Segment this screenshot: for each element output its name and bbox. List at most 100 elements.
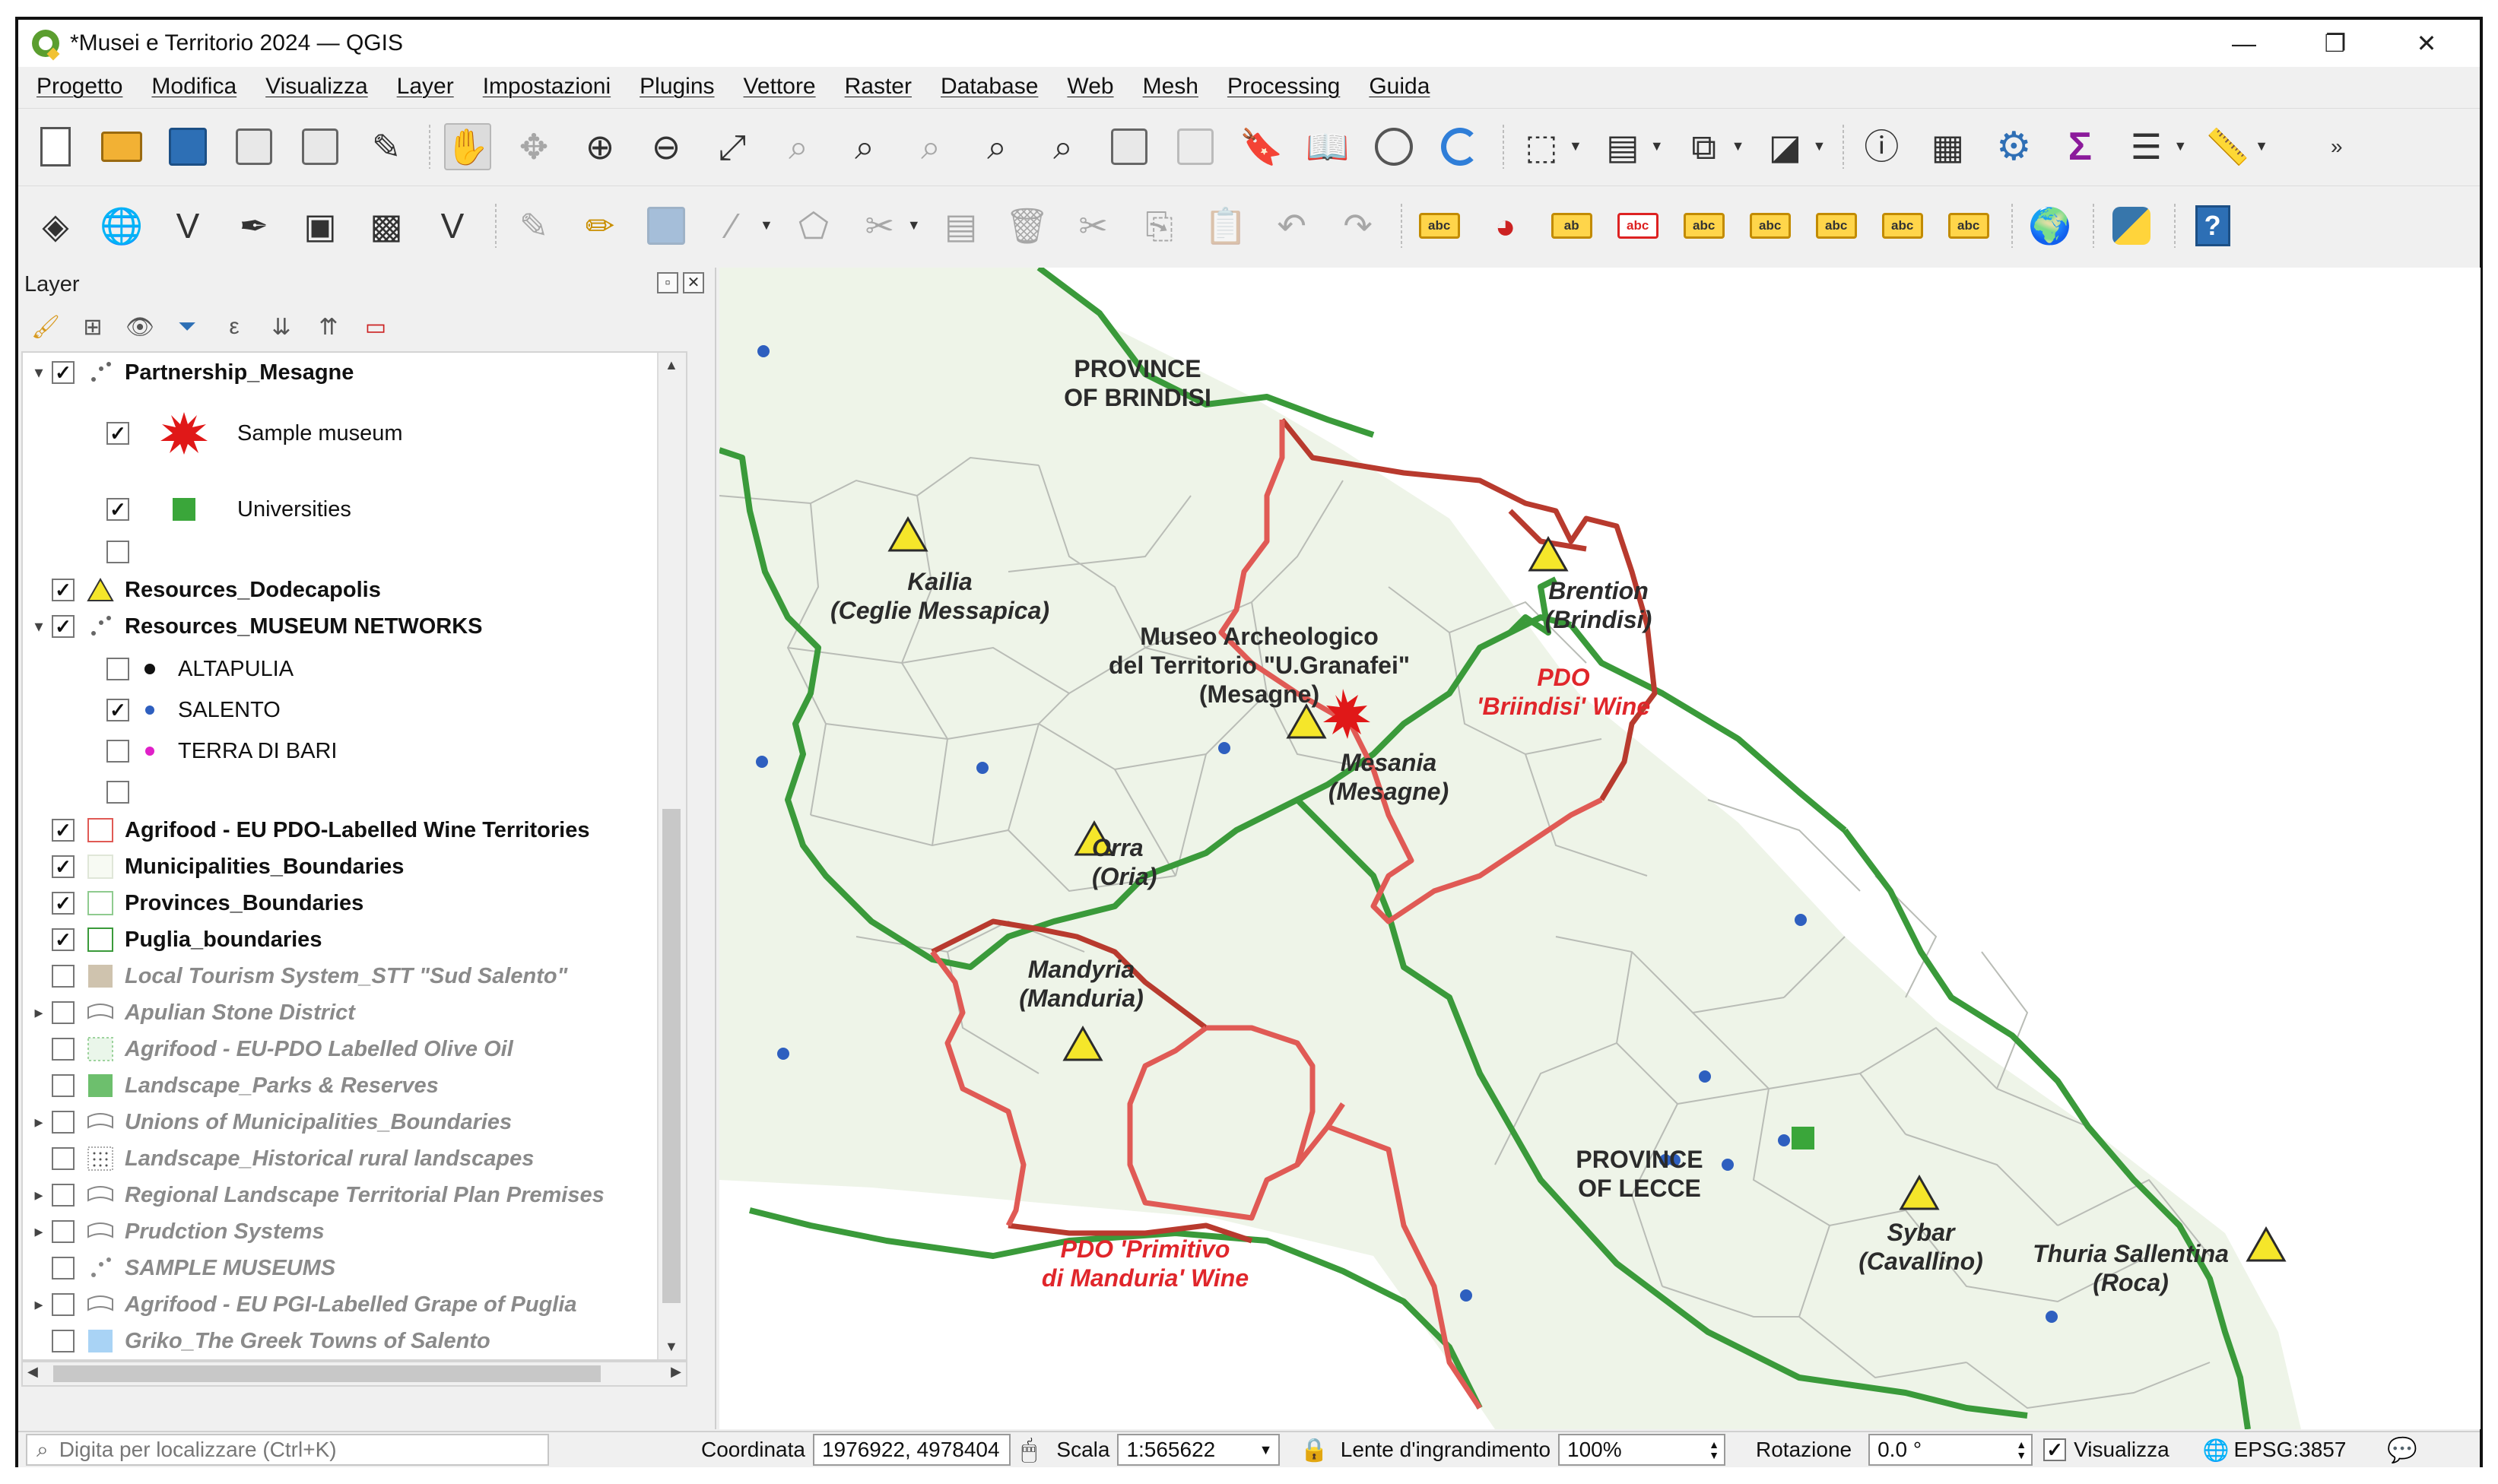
layer-checkbox[interactable] (52, 1257, 75, 1279)
legend-checkbox[interactable] (106, 699, 129, 721)
spin-arrows-icon[interactable]: ▲ ▼ (2016, 1439, 2027, 1460)
statistical-summary-button[interactable]: Σ (2056, 123, 2103, 170)
layer-row-parks[interactable]: Landscape_Parks & Reserves (52, 1069, 439, 1102)
temporal-controller-button[interactable] (1370, 123, 1417, 170)
scale-combobox[interactable]: 1:565622 ▼ (1117, 1434, 1281, 1466)
add-virtual-layer-button[interactable]: V (429, 202, 476, 249)
menu-guida[interactable]: Guida (1369, 74, 1430, 100)
copy-features-button[interactable]: ⎘ (1136, 202, 1183, 249)
legend-checkbox[interactable] (106, 658, 129, 680)
add-delimited-text-button[interactable]: ✒ (230, 202, 278, 249)
layer-row-provinces[interactable]: Provinces_Boundaries (52, 886, 363, 920)
pan-to-selection-button[interactable]: ✥ (510, 123, 557, 170)
rotation-spinbox[interactable]: 0.0 ° ▲ ▼ (1868, 1434, 2033, 1466)
data-source-manager-button[interactable]: ◈ (32, 202, 79, 249)
menu-vettore[interactable]: Vettore (744, 74, 816, 100)
layout-manager-button[interactable] (297, 123, 344, 170)
new-bookmark-button[interactable]: 🔖 (1238, 123, 1285, 170)
save-project-button[interactable] (164, 123, 211, 170)
layer-row-pdo-wine[interactable]: Agrifood - EU PDO-Labelled Wine Territor… (52, 813, 589, 847)
new-3d-view-button[interactable] (1172, 123, 1219, 170)
float-panel-button[interactable]: ▫ (657, 272, 678, 293)
zoom-full-button[interactable]: ⤢ (709, 123, 756, 170)
chevron-down-icon[interactable]: ▼ (2255, 138, 2268, 154)
new-print-layout-button[interactable] (230, 123, 278, 170)
layer-checkbox[interactable] (52, 1220, 75, 1243)
legend-item-empty[interactable] (106, 775, 138, 809)
legend-item-altapulia[interactable]: ALTAPULIA (106, 652, 294, 686)
layer-checkbox[interactable] (52, 855, 75, 878)
layer-checkbox[interactable] (52, 965, 75, 988)
new-map-view-button[interactable] (1106, 123, 1153, 170)
layer-checkbox[interactable] (52, 579, 75, 601)
layer-checkbox[interactable] (52, 928, 75, 951)
add-polygon-button[interactable]: ⬠ (790, 202, 837, 249)
layer-diagram-button[interactable]: ◕ (1482, 202, 1529, 249)
chevron-down-icon[interactable]: ▼ (760, 217, 773, 233)
layer-checkbox[interactable] (52, 361, 75, 384)
layer-row-pgi-grape[interactable]: ▸ Agrifood - EU PGI-Labelled Grape of Pu… (26, 1288, 576, 1321)
style-manager-button[interactable]: ✎ (363, 123, 410, 170)
chevron-down-icon[interactable]: ▼ (2173, 138, 2187, 154)
layer-row-production-systems[interactable]: ▸ Prudction Systems (26, 1215, 324, 1248)
menu-plugins[interactable]: Plugins (640, 74, 714, 100)
open-project-button[interactable] (98, 123, 145, 170)
toggle-editing-button[interactable]: ✏ (576, 202, 624, 249)
scroll-left-icon[interactable]: ◀ (27, 1364, 38, 1380)
zoom-out-button[interactable]: ⊖ (643, 123, 690, 170)
spin-arrows-icon[interactable]: ▲ ▼ (1709, 1439, 1719, 1460)
chevron-down-icon[interactable]: ▼ (1259, 1442, 1273, 1458)
locator-search-field[interactable]: ⌕ Digita per localizzare (Ctrl+K) (26, 1434, 549, 1466)
layer-checkbox[interactable] (52, 819, 75, 842)
zoom-to-layer-button[interactable]: ⌕ (841, 123, 888, 170)
python-console-button[interactable] (2108, 202, 2155, 249)
cut-features-button[interactable]: ✂ (1070, 202, 1117, 249)
layer-checkbox[interactable] (52, 1001, 75, 1024)
change-label-button[interactable]: abc (1945, 202, 1992, 249)
chevron-down-icon[interactable]: ▼ (1812, 138, 1826, 154)
select-location-button[interactable]: ◪ (1761, 123, 1808, 170)
add-group-button[interactable]: ⊞ (78, 312, 108, 342)
add-mesh-button[interactable]: ▩ (363, 202, 410, 249)
legend-item-salento[interactable]: SALENTO (106, 693, 281, 727)
legend-item-empty[interactable] (106, 535, 138, 569)
help-button[interactable]: ? (2189, 202, 2236, 249)
zoom-in-button[interactable]: ⊕ (576, 123, 624, 170)
restore-button[interactable]: ❐ (2290, 20, 2381, 67)
modify-attributes-button[interactable]: ▤ (938, 202, 985, 249)
legend-checkbox[interactable] (106, 541, 129, 563)
move-label-button[interactable]: abc (1813, 202, 1860, 249)
filter-legend-button[interactable]: ⏷ (172, 312, 202, 342)
lock-scale-icon[interactable]: 🔒 (1300, 1437, 1328, 1463)
open-attribute-table-button[interactable]: ☰ (2122, 123, 2169, 170)
layer-styling-button[interactable]: 🖌 (30, 312, 61, 342)
crs-button[interactable]: EPSG:3857 (2234, 1438, 2347, 1462)
menu-mesh[interactable]: Mesh (1143, 74, 1198, 100)
layer-row-regional-landscape[interactable]: ▸ Regional Landscape Territorial Plan Pr… (26, 1178, 604, 1212)
pin-labels-button[interactable]: abc (1681, 202, 1728, 249)
undo-button[interactable]: ↶ (1268, 202, 1316, 249)
redo-button[interactable]: ↷ (1335, 202, 1382, 249)
manage-visibility-button[interactable]: 👁 (125, 312, 155, 342)
layer-checkbox[interactable] (52, 615, 75, 638)
layer-checkbox[interactable] (52, 1038, 75, 1061)
layer-tree-horizontal-scrollbar[interactable]: ◀ ▶ (21, 1361, 687, 1387)
map-canvas[interactable]: PROVINCE OF BRINDISI PROVINCE OF LECCE K… (719, 268, 2481, 1429)
menu-layer[interactable]: Layer (397, 74, 454, 100)
chevron-right-icon[interactable]: ▸ (26, 1003, 52, 1023)
chevron-right-icon[interactable]: ▸ (26, 1112, 52, 1132)
highlight-pinned-labels-button[interactable]: ab (1548, 202, 1595, 249)
pan-map-button[interactable]: ✋ (444, 122, 491, 170)
chevron-right-icon[interactable]: ▸ (26, 1185, 52, 1205)
layer-row-puglia[interactable]: Puglia_boundaries (52, 923, 322, 956)
layer-row-unions[interactable]: ▸ Unions of Municipalities_Boundaries (26, 1105, 512, 1139)
layer-row-olive-oil[interactable]: Agrifood - EU-PDO Labelled Olive Oil (52, 1032, 513, 1066)
deselect-button[interactable]: ⧉ (1681, 123, 1728, 170)
quickmapservices-button[interactable]: 🌍 (2027, 202, 2074, 249)
chevron-right-icon[interactable]: ▸ (26, 1222, 52, 1241)
layer-checkbox[interactable] (52, 1184, 75, 1207)
scroll-down-icon[interactable]: ▼ (665, 1339, 678, 1355)
digitize-button[interactable]: ⁄ (709, 202, 756, 249)
legend-checkbox[interactable] (106, 740, 129, 763)
menu-progetto[interactable]: Progetto (37, 74, 122, 100)
